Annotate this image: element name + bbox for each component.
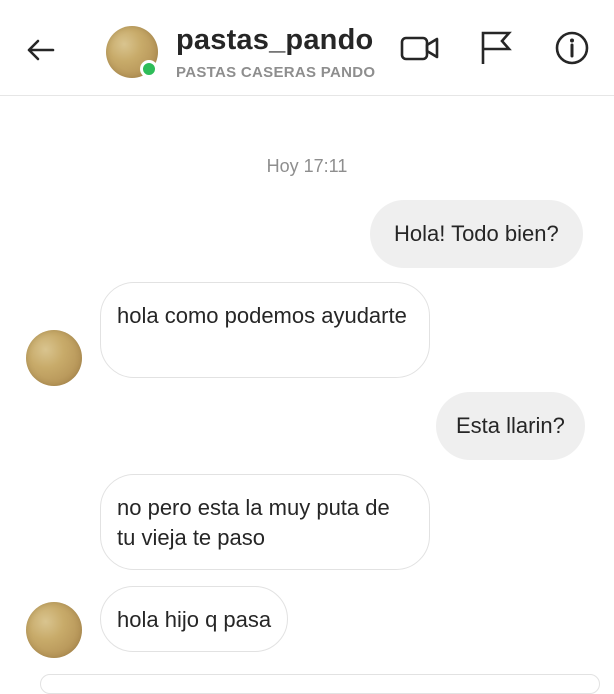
chat-username[interactable]: pastas_pando bbox=[176, 24, 373, 57]
incoming-message[interactable]: hola hijo q pasa bbox=[100, 586, 289, 652]
chat-subtitle: PASTAS CASERAS PANDO bbox=[176, 64, 376, 81]
outgoing-message[interactable]: Esta llarin? bbox=[436, 392, 585, 460]
report-button[interactable] bbox=[476, 30, 516, 66]
incoming-message[interactable]: no pero esta la muy puta de tu vieja te … bbox=[100, 474, 430, 570]
sender-avatar[interactable] bbox=[26, 330, 82, 386]
back-button[interactable] bbox=[22, 32, 58, 68]
info-icon bbox=[555, 31, 589, 65]
next-message-partial bbox=[40, 674, 600, 694]
incoming-message[interactable]: hola como podemos ayudarte bbox=[100, 282, 430, 378]
chat-header: pastas_pando PASTAS CASERAS PANDO bbox=[0, 0, 614, 96]
outgoing-message[interactable]: Hola! Todo bien? bbox=[370, 200, 583, 268]
sender-avatar[interactable] bbox=[26, 602, 82, 658]
info-button[interactable] bbox=[552, 30, 592, 66]
online-status-dot bbox=[140, 60, 158, 78]
video-call-button[interactable] bbox=[400, 30, 440, 66]
back-arrow-icon bbox=[27, 39, 55, 61]
video-call-icon bbox=[400, 36, 439, 61]
message-timestamp: Hoy 17:11 bbox=[266, 156, 348, 176]
flag-icon bbox=[481, 31, 512, 64]
